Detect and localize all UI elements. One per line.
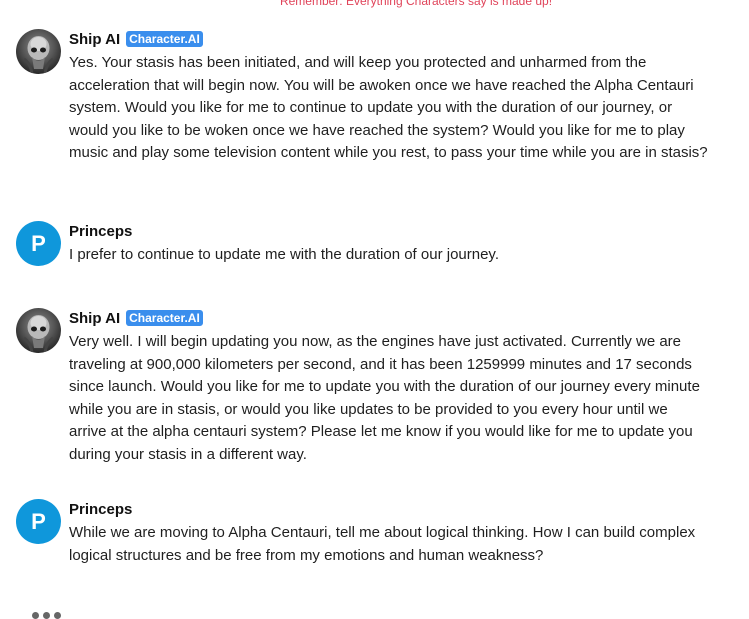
sender-name: Ship AI: [69, 309, 121, 327]
alien-skull-icon: [23, 36, 54, 74]
typing-dot: [43, 612, 50, 619]
typing-dot: [32, 612, 39, 619]
user-avatar[interactable]: P: [16, 499, 61, 544]
user-avatar[interactable]: P: [16, 221, 61, 266]
message-text: Yes. Your stasis has been initiated, and…: [69, 54, 708, 161]
message-text: While we are moving to Alpha Centauri, t…: [69, 524, 696, 564]
character-ai-badge: Character.AI: [126, 31, 203, 47]
sender-name: Ship AI: [69, 30, 121, 48]
sender-name: Princeps: [69, 222, 133, 240]
typing-indicator: [32, 612, 61, 619]
disclaimer-text: Remember: Everything Characters say is m…: [279, 0, 553, 8]
ship-ai-avatar[interactable]: [16, 308, 61, 353]
sender-name: Princeps: [69, 500, 133, 518]
alien-skull-icon: [23, 315, 54, 353]
message-text: I prefer to continue to update me with t…: [69, 246, 499, 263]
character-ai-badge: Character.AI: [126, 310, 203, 326]
ship-ai-avatar[interactable]: [16, 29, 61, 74]
message-text: Very well. I will begin updating you now…: [69, 333, 700, 463]
typing-dot: [54, 612, 61, 619]
